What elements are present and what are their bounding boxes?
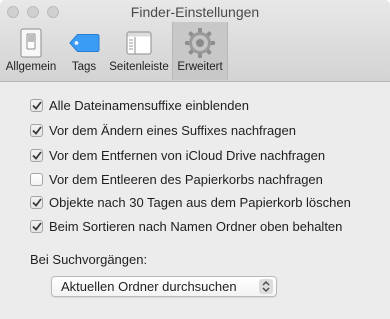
search-scope-popup[interactable]: Aktuellen Ordner durchsuchen [51, 276, 277, 297]
checkbox-checked[interactable] [30, 148, 43, 162]
tab-tags-label: Tags [71, 61, 97, 73]
sidebar-icon [123, 27, 155, 59]
option-folders-on-top[interactable]: Beim Sortieren nach Namen Ordner oben be… [30, 217, 342, 235]
preferences-toolbar: Allgemein Tags Seitenleiste Erweitert [0, 22, 228, 82]
tab-erweitert[interactable]: Erweitert [172, 22, 228, 80]
option-label: Alle Dateinamensuffixe einblenden [49, 97, 249, 113]
option-show-extensions[interactable]: Alle Dateinamensuffixe einblenden [30, 96, 249, 114]
option-remove-trash-30-days[interactable]: Objekte nach 30 Tagen aus dem Papierkorb… [30, 193, 351, 211]
chevron-up-down-icon [259, 279, 273, 294]
finder-preferences-window: Finder-Einstellungen Allgemein Tags Seit… [0, 0, 390, 319]
option-warn-extension-change[interactable]: Vor dem Ändern eines Suffixes nachfragen [30, 121, 296, 139]
tab-erweitert-label: Erweitert [177, 61, 223, 73]
title-bar: Finder-Einstellungen Allgemein Tags Seit… [0, 0, 390, 82]
advanced-settings-panel: Alle Dateinamensuffixe einblenden Vor de… [0, 82, 390, 319]
window-title: Finder-Einstellungen [130, 4, 260, 20]
checkbox-checked[interactable] [30, 123, 43, 137]
tab-seitenleiste-label: Seitenleiste [109, 61, 169, 73]
tab-seitenleiste[interactable]: Seitenleiste [106, 22, 172, 80]
option-label: Vor dem Entfernen von iCloud Drive nachf… [49, 147, 326, 163]
checkbox-checked[interactable] [30, 195, 43, 209]
option-label: Objekte nach 30 Tagen aus dem Papierkorb… [49, 194, 351, 210]
checkbox-unchecked[interactable] [30, 172, 43, 186]
checkbox-checked[interactable] [30, 219, 43, 233]
tag-icon [68, 27, 100, 59]
gear-icon [184, 27, 216, 59]
option-warn-empty-trash[interactable]: Vor dem Entleeren des Papierkorbs nachfr… [30, 170, 323, 188]
tab-allgemein[interactable]: Allgemein [0, 22, 62, 80]
option-label: Beim Sortieren nach Namen Ordner oben be… [49, 218, 343, 234]
search-scope-label: Bei Suchvorgängen: [30, 252, 148, 267]
search-scope-selected: Aktuellen Ordner durchsuchen [61, 279, 237, 294]
option-label: Vor dem Entleeren des Papierkorbs nachfr… [49, 171, 323, 187]
option-label: Vor dem Ändern eines Suffixes nachfragen [49, 122, 296, 138]
option-warn-icloud-removal[interactable]: Vor dem Entfernen von iCloud Drive nachf… [30, 146, 325, 164]
switch-icon [15, 27, 47, 59]
checkbox-checked[interactable] [30, 98, 43, 112]
tab-tags[interactable]: Tags [62, 22, 106, 80]
tab-allgemein-label: Allgemein [5, 61, 57, 73]
